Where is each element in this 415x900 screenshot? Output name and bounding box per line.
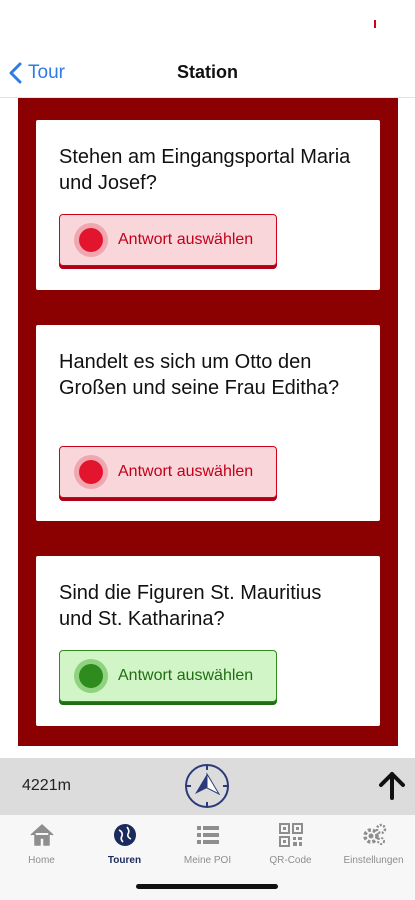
- tab-qr-code-label: QR-Code: [269, 855, 312, 866]
- qr-code-icon: [278, 823, 303, 847]
- status-indicator: [374, 20, 376, 28]
- tab-meine-poi[interactable]: Meine POI: [166, 821, 249, 866]
- select-answer-label: Antwort auswählen: [118, 463, 254, 480]
- tab-touren-label: Touren: [107, 855, 142, 866]
- arrow-up-icon[interactable]: [378, 771, 406, 801]
- tab-qr-code[interactable]: QR-Code: [249, 821, 332, 866]
- select-answer-label: Antwort auswählen: [118, 667, 254, 684]
- tab-einstellungen-label: Einstellungen: [343, 855, 404, 866]
- home-indicator: [136, 884, 278, 889]
- tab-home-label: Home: [28, 855, 55, 866]
- status-dot-icon: [74, 659, 108, 693]
- tab-meine-poi-label: Meine POI: [183, 855, 232, 866]
- question-card: Handelt es sich um Otto den Großen und s…: [36, 325, 380, 521]
- globe-icon: [113, 824, 136, 846]
- home-icon: [29, 824, 54, 846]
- gear-icon: [362, 823, 386, 845]
- question-text: Sind die Figuren St. Mauritius und St. K…: [59, 582, 322, 630]
- select-answer-button[interactable]: Antwort auswählen: [59, 214, 277, 266]
- compass-icon: [185, 764, 229, 808]
- status-bar: [0, 0, 415, 48]
- tab-touren[interactable]: Touren: [83, 821, 166, 866]
- question-text: Handelt es sich um Otto den Großen und s…: [59, 351, 340, 399]
- question-text: Stehen am Eingangsportal Maria und Josef…: [59, 146, 351, 194]
- list-icon: [196, 826, 219, 844]
- distance-bar: 4221m: [0, 758, 415, 814]
- question-card: Sind die Figuren St. Mauritius und St. K…: [36, 556, 380, 726]
- navigation-bar: Tour Station: [0, 48, 415, 98]
- tab-einstellungen[interactable]: Einstellungen: [332, 821, 415, 866]
- distance-value: 4221m: [22, 777, 71, 794]
- select-answer-button[interactable]: Antwort auswählen: [59, 446, 277, 498]
- questions-panel[interactable]: Stehen am Eingangsportal Maria und Josef…: [18, 98, 398, 746]
- page-title: Station: [177, 62, 238, 82]
- status-dot-icon: [74, 455, 108, 489]
- question-card: Stehen am Eingangsportal Maria und Josef…: [36, 120, 380, 290]
- status-dot-icon: [74, 223, 108, 257]
- tab-home[interactable]: Home: [0, 821, 83, 866]
- select-answer-label: Antwort auswählen: [118, 231, 254, 248]
- select-answer-button[interactable]: Antwort auswählen: [59, 650, 277, 702]
